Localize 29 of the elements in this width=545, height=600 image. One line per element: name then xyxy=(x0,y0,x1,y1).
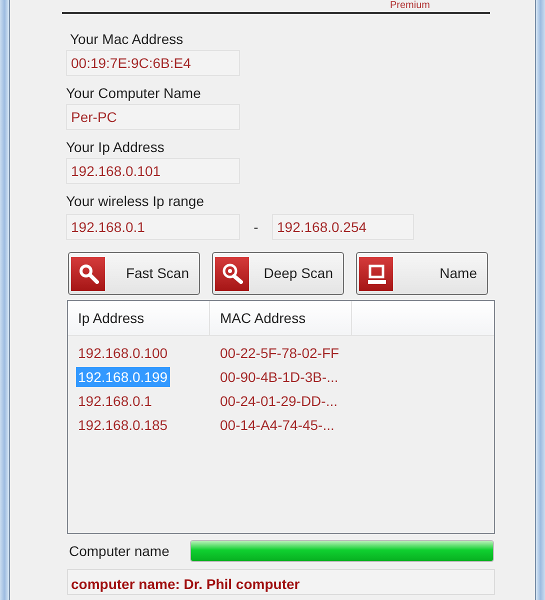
field-label: Your Mac Address xyxy=(70,30,184,49)
table-cell-text: 00-22-5F-78-02-FF xyxy=(219,344,340,363)
table-cell-text: 192.168.0.185 xyxy=(77,416,169,435)
progress-label: Computer name xyxy=(69,542,170,561)
range-separator: - xyxy=(252,218,260,236)
column-header[interactable]: Ip Address xyxy=(68,301,210,336)
table-cell-text: 00-24-01-29-DD-... xyxy=(219,392,338,411)
table-cell-text: 00-90-4B-1D-3B-... xyxy=(219,368,340,387)
scan-button[interactable]: Deep Scan xyxy=(212,252,344,295)
scan-button[interactable]: Name xyxy=(356,252,488,295)
field-label: Your Computer Name xyxy=(66,84,202,103)
text-field[interactable]: 192.168.0.101 xyxy=(66,158,240,184)
computer-icon xyxy=(359,256,393,290)
table-cell: 192.168.0.199 xyxy=(76,367,170,387)
field-label: Your Ip Address xyxy=(66,138,166,157)
zoom-icon xyxy=(215,256,249,290)
table-cell-text: 192.168.0.1 xyxy=(77,392,153,411)
search-icon xyxy=(71,256,105,290)
result-field[interactable]: computer name: Dr. Phil computer xyxy=(67,569,495,595)
text-field[interactable]: 192.168.0.254 xyxy=(272,214,414,240)
column-header[interactable]: MAC Address xyxy=(210,301,352,336)
text-field[interactable]: Per-PC xyxy=(66,104,240,130)
table-cell-text: 00-14-A4-74-45-... xyxy=(219,416,336,435)
text-field[interactable]: 192.168.0.1 xyxy=(66,214,240,240)
edition-label: Premium xyxy=(390,0,430,12)
table-cell-text: 192.168.0.100 xyxy=(77,344,169,363)
text-field[interactable]: 00:19:7E:9C:6B:E4 xyxy=(66,50,240,76)
field-label: Your wireless Ip range xyxy=(66,193,204,209)
scan-button[interactable]: Fast Scan xyxy=(68,252,200,295)
